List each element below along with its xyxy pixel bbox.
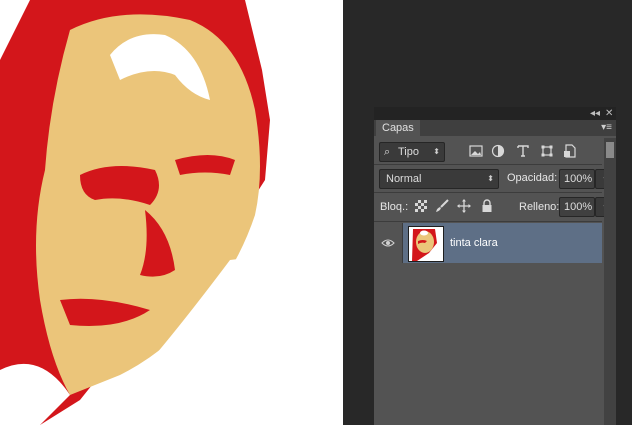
blend-mode-select[interactable]: Normal ⬍ <box>379 169 499 189</box>
panel-divider <box>374 192 602 193</box>
layers-panel: Capas ▾≡ ⌕ Tipo ⬍ Normal ⬍ Opacidad: 100… <box>374 120 616 425</box>
smart-object-filter-icon[interactable] <box>563 144 577 158</box>
panel-menu-icon[interactable]: ▾≡ <box>601 121 612 135</box>
panel-scrollbar[interactable] <box>604 138 616 425</box>
image-filter-icon[interactable] <box>469 144 483 158</box>
panel-divider <box>374 164 602 165</box>
adjustment-filter-icon[interactable] <box>491 144 505 158</box>
panel-tab-row: Capas ▾≡ <box>374 120 616 136</box>
lock-brush-icon[interactable] <box>435 199 449 213</box>
layers-list-empty-area <box>374 263 602 425</box>
layer-thumbnail <box>408 226 444 262</box>
search-icon: ⌕ <box>384 146 391 158</box>
opacity-value: 100% <box>564 173 593 185</box>
document-canvas[interactable] <box>0 0 343 425</box>
shape-filter-icon[interactable] <box>540 144 554 158</box>
chevron-updown-icon: ⬍ <box>433 147 440 156</box>
layer-filter-select[interactable]: ⌕ Tipo ⬍ <box>379 142 445 162</box>
scrollbar-thumb[interactable] <box>606 142 614 158</box>
panel-title-strip: ◂◂ ✕ <box>374 107 616 121</box>
fill-input[interactable]: 100% <box>559 197 595 217</box>
eye-icon <box>381 239 395 247</box>
opacity-input[interactable]: 100% <box>559 169 595 189</box>
type-filter-icon[interactable] <box>516 144 530 158</box>
layer-thumbnail-image <box>409 227 443 261</box>
chevron-updown-icon: ⬍ <box>487 174 494 183</box>
opacity-label: Opacidad: <box>507 172 558 184</box>
lock-label: Bloq.: <box>380 201 409 213</box>
close-panel-icon[interactable]: ✕ <box>605 108 613 120</box>
lock-pixels-icon[interactable] <box>415 200 427 212</box>
layer-name[interactable]: tinta clara <box>450 235 498 251</box>
collapse-panel-icon[interactable]: ◂◂ <box>590 108 600 120</box>
filter-value: Tipo <box>398 146 419 158</box>
visibility-toggle[interactable] <box>374 223 403 263</box>
tab-capas[interactable]: Capas <box>376 120 420 136</box>
fill-label: Relleno: <box>519 201 560 213</box>
posterized-portrait <box>0 0 343 425</box>
panel-divider <box>374 221 602 222</box>
fill-value: 100% <box>564 201 593 213</box>
layer-row[interactable]: tinta clara <box>374 223 602 263</box>
portrait-brow-shadow <box>175 155 235 175</box>
lock-position-icon[interactable] <box>457 199 471 213</box>
lock-all-icon[interactable] <box>480 199 494 213</box>
blend-mode-value: Normal <box>386 173 422 185</box>
